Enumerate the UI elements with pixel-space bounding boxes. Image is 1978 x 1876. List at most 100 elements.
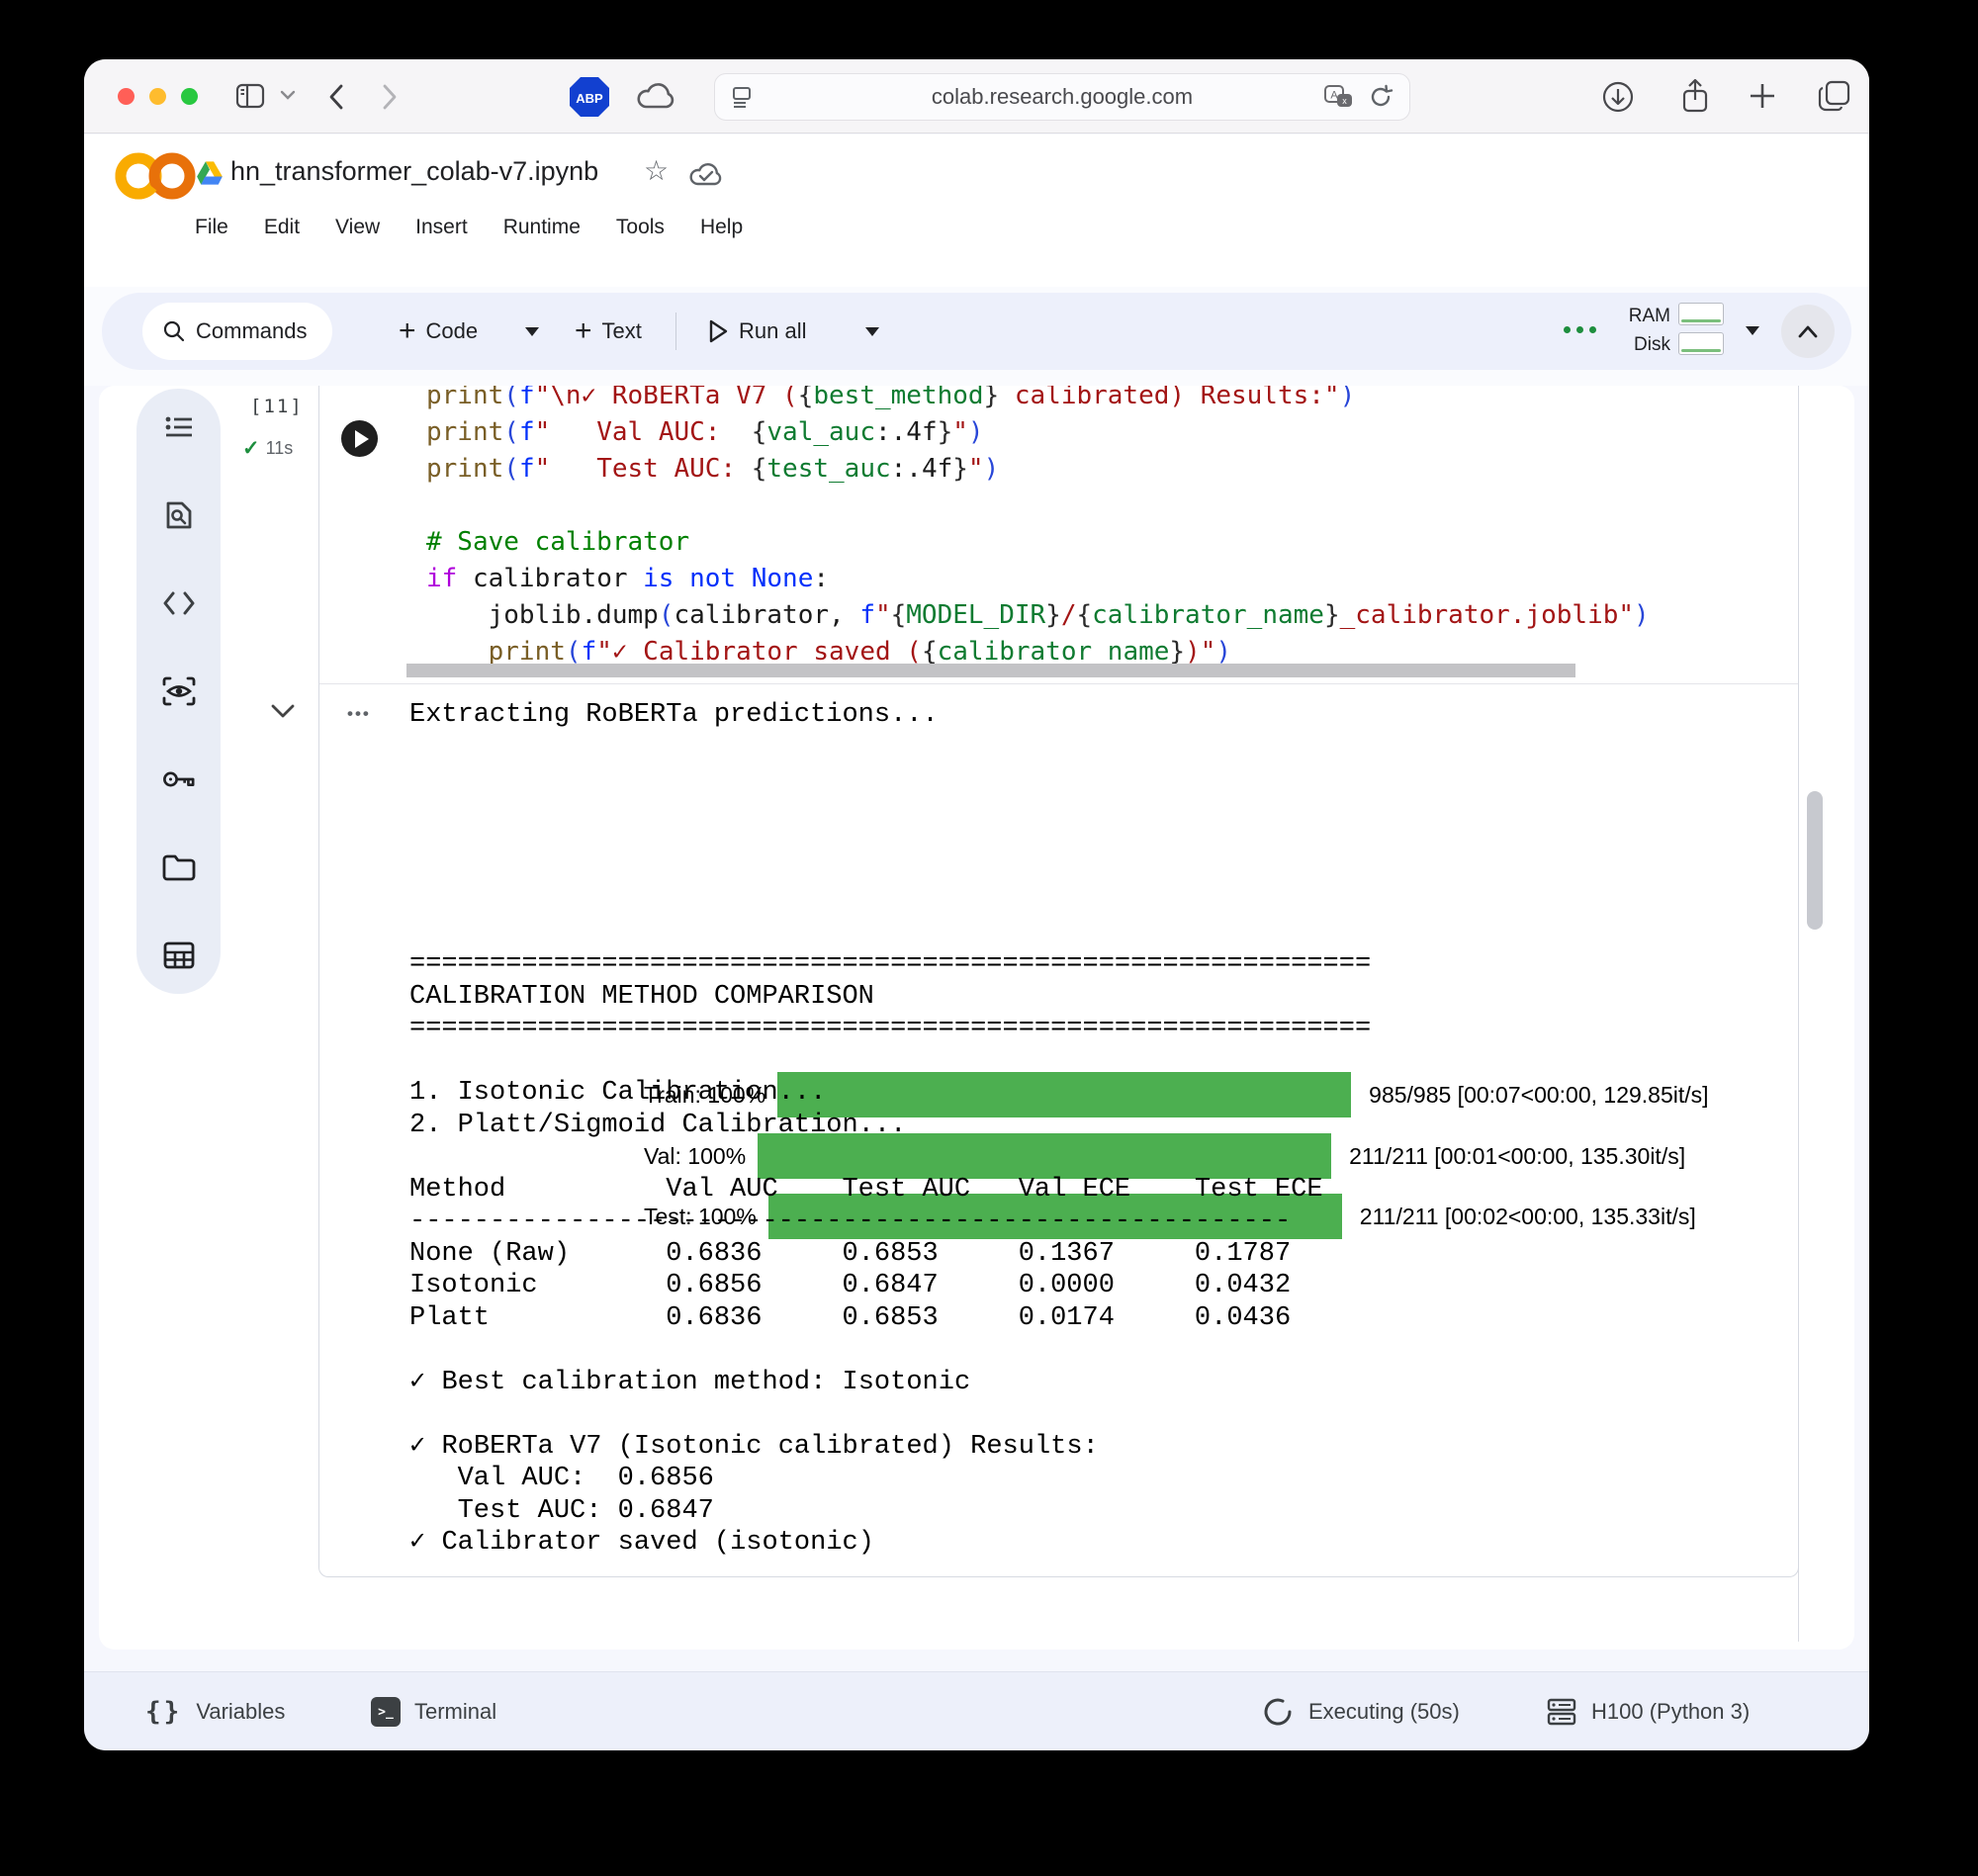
spinner-icon bbox=[1261, 1695, 1295, 1729]
resources-dropdown-icon[interactable] bbox=[1746, 326, 1759, 335]
tab-overview-button[interactable] bbox=[1817, 79, 1852, 113]
code-editor[interactable]: print(f"\n✓ RoBERTa V7 ({best_method} ca… bbox=[426, 386, 1650, 670]
menu-item-help[interactable]: Help bbox=[700, 216, 743, 239]
variables-label: Variables bbox=[196, 1699, 285, 1725]
table-of-contents-icon[interactable] bbox=[162, 410, 196, 444]
zoom-window-button[interactable] bbox=[181, 88, 198, 105]
code-line[interactable]: # Save calibrator bbox=[426, 524, 1650, 561]
colab-logo[interactable] bbox=[109, 148, 204, 204]
progress-info: 985/985 [00:07<00:00, 129.85it/s] bbox=[1369, 1082, 1708, 1109]
notebook-title[interactable]: hn_transformer_colab-v7.ipynb bbox=[230, 156, 598, 187]
progress-info: 211/211 [00:02<00:00, 135.33it/s] bbox=[1360, 1204, 1696, 1230]
share-button[interactable] bbox=[1678, 78, 1712, 116]
code-line[interactable]: print(f" Val AUC: {val_auc:.4f}") bbox=[426, 414, 1650, 451]
menu-item-file[interactable]: File bbox=[195, 216, 228, 239]
browser-toolbar: ABP colab.research.google.com Ax bbox=[84, 59, 1869, 134]
terminal-label: Terminal bbox=[414, 1699, 496, 1725]
commands-label: Commands bbox=[196, 318, 307, 344]
run-all-dropdown-icon[interactable] bbox=[865, 327, 879, 336]
files-folder-icon[interactable] bbox=[162, 850, 196, 884]
braces-icon: {} bbox=[145, 1697, 182, 1727]
cell-success-icon: ✓ bbox=[242, 436, 260, 461]
toolbar-strip: Commands + Code + Text Run all bbox=[84, 287, 1869, 386]
menu-bar: File Edit View Insert Runtime Tools Help bbox=[195, 216, 743, 239]
code-line[interactable]: print(f"\n✓ RoBERTa V7 ({best_method} ca… bbox=[426, 386, 1650, 414]
executing-label: Executing (50s) bbox=[1308, 1699, 1460, 1725]
google-drive-icon bbox=[196, 160, 224, 186]
back-button[interactable] bbox=[327, 82, 345, 112]
code-snippets-icon[interactable] bbox=[162, 586, 196, 620]
code-line[interactable] bbox=[426, 488, 1650, 524]
browser-window: ABP colab.research.google.com Ax bbox=[84, 59, 1869, 1750]
add-text-label: Text bbox=[602, 318, 642, 344]
forward-button[interactable] bbox=[381, 82, 399, 112]
runtime-label: H100 (Python 3) bbox=[1591, 1699, 1750, 1725]
add-code-label: Code bbox=[426, 318, 479, 344]
executing-status[interactable]: Executing (50s) bbox=[1261, 1672, 1460, 1750]
code-line[interactable]: print(f" Test AUC: {test_auc:.4f}") bbox=[426, 451, 1650, 488]
menu-item-runtime[interactable]: Runtime bbox=[503, 216, 581, 239]
add-code-button[interactable]: + Code bbox=[399, 293, 478, 370]
code-cell: print(f"\n✓ RoBERTa V7 ({best_method} ca… bbox=[318, 386, 1799, 1577]
runtime-selector[interactable]: H100 (Python 3) bbox=[1546, 1672, 1750, 1750]
code-line[interactable]: joblib.dump(calibrator, f"{MODEL_DIR}/{c… bbox=[426, 597, 1650, 634]
url-text[interactable]: colab.research.google.com bbox=[715, 84, 1409, 110]
commands-button[interactable]: Commands bbox=[142, 303, 332, 360]
find-replace-icon[interactable] bbox=[162, 498, 196, 532]
collapse-header-button[interactable] bbox=[1781, 305, 1835, 358]
output-status-line: Extracting RoBERTa predictions... bbox=[409, 700, 939, 730]
toolbar-overflow-icon[interactable] bbox=[1564, 326, 1596, 333]
plus-icon: + bbox=[399, 314, 416, 348]
disk-label: Disk bbox=[1601, 334, 1670, 356]
adblock-extension-icon[interactable]: ABP bbox=[567, 74, 612, 120]
menu-item-tools[interactable]: Tools bbox=[616, 216, 665, 239]
variables-button[interactable]: {} Variables bbox=[145, 1672, 285, 1750]
code-horizontal-scrollbar[interactable] bbox=[406, 664, 1575, 677]
data-table-icon[interactable] bbox=[162, 938, 196, 972]
close-window-button[interactable] bbox=[118, 88, 135, 105]
menu-item-view[interactable]: View bbox=[335, 216, 380, 239]
ram-label: RAM bbox=[1601, 306, 1670, 327]
toolbar: Commands + Code + Text Run all bbox=[102, 293, 1851, 370]
menu-item-insert[interactable]: Insert bbox=[415, 216, 468, 239]
add-code-dropdown-icon[interactable] bbox=[525, 327, 539, 336]
address-bar[interactable]: colab.research.google.com Ax bbox=[714, 73, 1410, 121]
left-sidebar-rail bbox=[136, 389, 221, 994]
star-icon[interactable]: ☆ bbox=[644, 154, 669, 187]
search-icon bbox=[162, 319, 186, 343]
notebook-scrollbar-thumb[interactable] bbox=[1807, 791, 1823, 930]
gemini-scan-icon[interactable] bbox=[162, 674, 196, 708]
new-tab-button[interactable] bbox=[1748, 81, 1777, 111]
downloads-button[interactable] bbox=[1601, 80, 1635, 114]
menu-item-edit[interactable]: Edit bbox=[264, 216, 300, 239]
cell-duration-label: 11s bbox=[266, 438, 294, 459]
run-all-label: Run all bbox=[739, 318, 806, 344]
code-line[interactable]: if calibrator is not None: bbox=[426, 561, 1650, 597]
add-text-button[interactable]: + Text bbox=[575, 293, 642, 370]
terminal-button[interactable]: >_ Terminal bbox=[371, 1672, 496, 1750]
progress-info: 211/211 [00:01<00:00, 135.30it/s] bbox=[1349, 1143, 1685, 1170]
status-bar: {} Variables >_ Terminal Executing (50s)… bbox=[84, 1671, 1869, 1750]
plus-icon: + bbox=[575, 314, 592, 348]
toolbar-divider bbox=[675, 313, 676, 350]
icloud-tab-icon[interactable] bbox=[634, 76, 677, 116]
run-all-button[interactable]: Run all bbox=[707, 293, 806, 370]
disk-meter[interactable] bbox=[1678, 332, 1724, 355]
ram-meter[interactable] bbox=[1678, 303, 1724, 325]
output-text: ========================================… bbox=[409, 948, 1371, 1560]
cell-output-divider bbox=[319, 683, 1798, 684]
translate-icon[interactable]: Ax bbox=[1324, 85, 1354, 111]
collapse-output-icon[interactable] bbox=[270, 702, 296, 720]
sidebar-toggle-icon[interactable] bbox=[234, 81, 266, 111]
minimize-window-button[interactable] bbox=[149, 88, 166, 105]
run-cell-button[interactable] bbox=[341, 420, 378, 457]
cell-duration: ✓ 11s bbox=[242, 436, 293, 461]
runtime-rack-icon bbox=[1546, 1696, 1577, 1728]
secrets-key-icon[interactable] bbox=[162, 762, 196, 796]
play-icon bbox=[355, 430, 369, 448]
cloud-saved-icon[interactable] bbox=[687, 158, 725, 190]
run-all-icon bbox=[707, 318, 729, 344]
sidebar-chevron-icon[interactable] bbox=[280, 89, 296, 101]
reload-icon[interactable] bbox=[1368, 84, 1394, 110]
output-menu-icon[interactable]: ••• bbox=[347, 704, 371, 724]
